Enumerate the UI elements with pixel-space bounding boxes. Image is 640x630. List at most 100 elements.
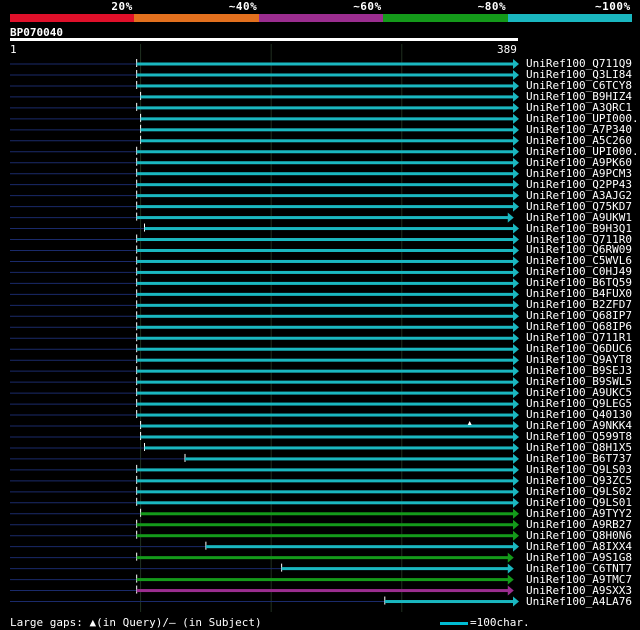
hit-bar[interactable]	[136, 380, 514, 384]
hit-arrow-icon	[507, 212, 514, 223]
hit-bar[interactable]	[136, 161, 514, 165]
hit-arrow-icon	[513, 223, 519, 234]
hit-arrow-icon	[513, 59, 519, 69]
hit-arrow-icon	[513, 486, 519, 497]
hit-bar[interactable]	[136, 248, 514, 252]
hit-bar[interactable]	[136, 556, 509, 560]
hit-arrow-icon	[513, 168, 519, 179]
hit-bar[interactable]	[136, 358, 514, 362]
hit-bar[interactable]	[136, 468, 514, 472]
hit-bar[interactable]	[136, 578, 509, 582]
hit-bar[interactable]	[140, 139, 515, 143]
hit-label[interactable]: UniRef100_A4LA76	[526, 596, 632, 607]
hit-arrow-icon	[513, 69, 519, 80]
hit-arrow-icon	[513, 146, 519, 157]
hit-bar[interactable]	[136, 369, 514, 373]
hit-arrow-icon	[513, 267, 519, 278]
hit-arrow-icon	[513, 344, 519, 355]
hit-arrow-icon	[513, 541, 519, 552]
hit-bar[interactable]	[136, 490, 514, 494]
hit-bar[interactable]	[136, 238, 514, 242]
hit-arrow-icon	[513, 410, 519, 421]
hit-bar[interactable]	[384, 600, 514, 604]
hit-arrow-icon	[513, 190, 519, 201]
hit-arrow-icon	[513, 421, 519, 432]
hit-bar[interactable]	[136, 150, 514, 154]
hit-arrow-icon	[513, 519, 519, 530]
hit-bar[interactable]	[144, 227, 514, 231]
hit-arrow-icon	[513, 355, 519, 366]
hit-bar[interactable]	[136, 281, 514, 285]
hit-bar[interactable]	[136, 402, 514, 406]
hit-bar[interactable]	[136, 73, 514, 77]
hit-arrow-icon	[513, 453, 519, 464]
hit-bar[interactable]	[136, 391, 514, 395]
scale-swatch	[440, 621, 468, 625]
hit-label[interactable]: UniRef100_A9SXX3	[526, 585, 632, 596]
hit-label[interactable]: UniRef100_A9S1G8	[526, 552, 632, 563]
hit-arrow-icon	[513, 124, 519, 135]
hit-bar[interactable]	[136, 216, 509, 220]
hit-bar[interactable]	[136, 589, 509, 593]
hit-label[interactable]: UniRef100_Q2PP43	[526, 179, 632, 190]
hit-label[interactable]: UniRef100_A3AJG2	[526, 190, 632, 201]
hit-arrow-icon	[507, 574, 514, 585]
hit-bar[interactable]	[136, 479, 514, 483]
hit-label[interactable]: UniRef100_C6TNT7	[526, 563, 632, 574]
hit-arrow-icon	[513, 278, 519, 289]
hit-bar[interactable]	[144, 446, 514, 450]
hit-arrow-icon	[513, 431, 519, 442]
hit-arrow-icon	[513, 333, 519, 344]
hit-bar[interactable]	[136, 106, 514, 110]
hit-arrow-icon	[513, 322, 519, 333]
hit-bar[interactable]	[140, 512, 515, 516]
hit-bar[interactable]	[140, 424, 515, 428]
hit-bar[interactable]	[140, 117, 515, 121]
hit-arrow-icon	[507, 563, 514, 574]
hit-label[interactable]: UniRef100_Q75KD7	[526, 201, 632, 212]
hit-arrow-icon	[513, 388, 519, 399]
hit-bar[interactable]	[136, 501, 514, 505]
hit-bar[interactable]	[136, 172, 514, 176]
hit-arrow-icon	[513, 245, 519, 256]
hit-label[interactable]: UniRef100_B9H3Q1	[526, 223, 632, 234]
hit-arrow-icon	[513, 497, 519, 508]
hit-arrow-icon	[513, 102, 519, 113]
hit-arrow-icon	[513, 596, 519, 607]
hit-bar[interactable]	[136, 534, 514, 538]
hit-arrow-icon	[513, 300, 519, 311]
hit-arrow-icon	[513, 157, 519, 168]
hit-bar[interactable]	[136, 413, 514, 417]
hit-bar[interactable]	[136, 259, 514, 263]
hit-arrow-icon	[513, 377, 519, 388]
hit-bar[interactable]	[281, 567, 509, 571]
hit-arrow-icon	[513, 530, 519, 541]
hit-bar[interactable]	[136, 523, 514, 527]
hit-bar[interactable]	[205, 545, 514, 549]
hit-bar[interactable]	[140, 128, 515, 132]
hit-bar[interactable]	[136, 292, 514, 296]
hit-bar[interactable]	[136, 347, 514, 351]
hit-label[interactable]: UniRef100_A9TMC7	[526, 574, 632, 585]
hit-arrow-icon	[513, 135, 519, 146]
hit-bar[interactable]	[136, 205, 514, 209]
hit-bar[interactable]	[136, 325, 514, 329]
hit-bar[interactable]	[136, 270, 514, 274]
hit-bar[interactable]	[140, 435, 515, 439]
hit-bar[interactable]	[184, 457, 514, 461]
hit-bar[interactable]	[140, 95, 515, 99]
hit-arrow-icon	[513, 113, 519, 124]
gaps-legend: Large gaps: ▲(in Query)/– (in Subject)	[10, 616, 262, 629]
hit-bar[interactable]	[136, 62, 514, 66]
hit-bar[interactable]	[136, 183, 514, 187]
hit-label[interactable]: UniRef100_A9UKW1	[526, 212, 632, 223]
hit-bar[interactable]	[136, 194, 514, 198]
hit-arrow-icon	[513, 91, 519, 102]
hit-arrow-icon	[507, 552, 514, 563]
hit-bar[interactable]	[136, 314, 514, 318]
hit-bar[interactable]	[136, 336, 514, 340]
hit-bar[interactable]	[136, 303, 514, 307]
hit-bar[interactable]	[136, 84, 514, 88]
hit-arrow-icon	[513, 179, 519, 190]
hit-arrow-icon	[513, 80, 519, 91]
